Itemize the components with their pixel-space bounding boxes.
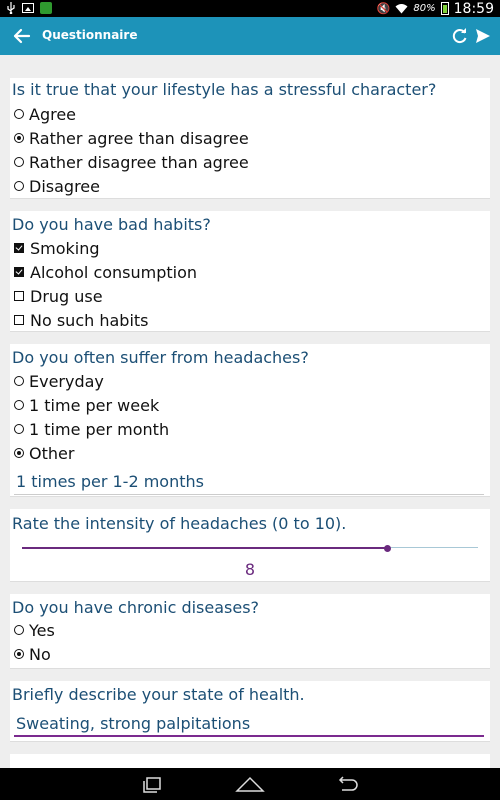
radio-option[interactable]: Everyday — [14, 370, 104, 392]
radio-button[interactable] — [14, 376, 24, 386]
refresh-icon[interactable] — [451, 27, 469, 45]
checkbox[interactable] — [14, 315, 24, 325]
clock: 18:59 — [453, 0, 494, 17]
radio-button[interactable] — [14, 400, 24, 410]
checkbox-option[interactable]: Alcohol consumption — [14, 261, 197, 283]
radio-button[interactable] — [14, 625, 24, 635]
option-label: Agree — [29, 104, 77, 124]
option-label: 1 time per week — [29, 395, 160, 415]
checkbox[interactable] — [14, 291, 24, 301]
option-label: Rather disagree than agree — [29, 152, 249, 172]
slider-track — [387, 547, 478, 548]
radio-option[interactable]: Rather disagree than agree — [14, 151, 249, 173]
question-text: Briefly describe your state of health. — [12, 685, 305, 704]
field-underline — [14, 494, 484, 495]
option-label: Disagree — [29, 176, 100, 196]
picture-icon — [22, 3, 34, 13]
option-label: No — [29, 644, 51, 664]
question-card-health: Briefly describe your state of health. — [10, 681, 490, 742]
radio-button-selected[interactable] — [14, 133, 24, 143]
option-label: Everyday — [29, 371, 104, 391]
option-label: No such habits — [30, 310, 149, 330]
radio-button[interactable] — [14, 157, 24, 167]
other-answer-field[interactable] — [16, 471, 484, 491]
checkbox-option[interactable]: Smoking — [14, 237, 100, 259]
option-label: 1 time per month — [29, 419, 170, 439]
radio-option[interactable]: No — [14, 643, 51, 665]
radio-option[interactable]: 1 time per month — [14, 418, 169, 440]
recent-apps-icon[interactable] — [138, 772, 168, 796]
intensity-slider[interactable] — [22, 539, 478, 559]
question-card-intensity: Rate the intensity of headaches (0 to 10… — [10, 509, 490, 582]
home-icon[interactable] — [233, 772, 267, 796]
radio-option[interactable]: Agree — [14, 103, 76, 125]
question-text: Is it true that your lifestyle has a str… — [12, 80, 437, 99]
send-icon[interactable] — [474, 27, 492, 45]
radio-button-selected[interactable] — [14, 649, 24, 659]
usb-icon — [7, 2, 15, 14]
page-title: Questionnaire — [42, 28, 138, 42]
question-card-habits: Do you have bad habits? Smoking Alcohol … — [10, 211, 490, 332]
question-card-headaches: Do you often suffer from headaches? Ever… — [10, 344, 490, 497]
question-card-chronic: Do you have chronic diseases? Yes No — [10, 594, 490, 669]
field-underline-active — [14, 735, 484, 737]
wifi-icon — [395, 4, 408, 14]
slider-value: 8 — [244, 560, 256, 579]
health-description-field[interactable] — [16, 713, 484, 733]
checkbox-checked[interactable] — [14, 267, 24, 277]
slider-track-filled — [22, 547, 387, 549]
question-text: Do you have bad habits? — [12, 215, 211, 234]
option-label: Yes — [29, 620, 55, 640]
question-text: Rate the intensity of headaches (0 to 10… — [12, 514, 347, 533]
question-text: Do you have chronic diseases? — [12, 598, 260, 617]
back-arrow-icon[interactable] — [11, 25, 33, 47]
option-label: Rather agree than disagree — [29, 128, 249, 148]
radio-button[interactable] — [14, 424, 24, 434]
back-icon[interactable] — [332, 772, 362, 796]
app-bar: Questionnaire — [0, 17, 500, 55]
navigation-bar — [0, 768, 500, 800]
app-notification-icon — [40, 2, 52, 14]
question-text: Do you often suffer from headaches? — [12, 348, 309, 367]
checkbox-option[interactable]: No such habits — [14, 309, 149, 331]
mute-icon: 🔇 — [376, 2, 391, 15]
status-bar: 🔇 80% 18:59 — [0, 0, 500, 17]
question-card-next — [10, 754, 490, 768]
slider-thumb[interactable] — [384, 544, 391, 552]
radio-button[interactable] — [14, 181, 24, 191]
radio-option[interactable]: Other — [14, 442, 74, 464]
battery-percent: 80% — [413, 3, 436, 14]
question-card-stress: Is it true that your lifestyle has a str… — [10, 78, 490, 199]
battery-icon — [440, 2, 449, 15]
checkbox-checked[interactable] — [14, 243, 24, 253]
option-label: Smoking — [30, 238, 100, 258]
radio-option[interactable]: Disagree — [14, 175, 100, 197]
option-label: Alcohol consumption — [30, 262, 198, 282]
radio-button-selected[interactable] — [14, 448, 24, 458]
radio-option[interactable]: Rather agree than disagree — [14, 127, 249, 149]
option-label: Other — [29, 443, 75, 463]
option-label: Drug use — [30, 286, 103, 306]
radio-option[interactable]: 1 time per week — [14, 394, 159, 416]
checkbox-option[interactable]: Drug use — [14, 285, 103, 307]
radio-button[interactable] — [14, 109, 24, 119]
radio-option[interactable]: Yes — [14, 619, 55, 641]
